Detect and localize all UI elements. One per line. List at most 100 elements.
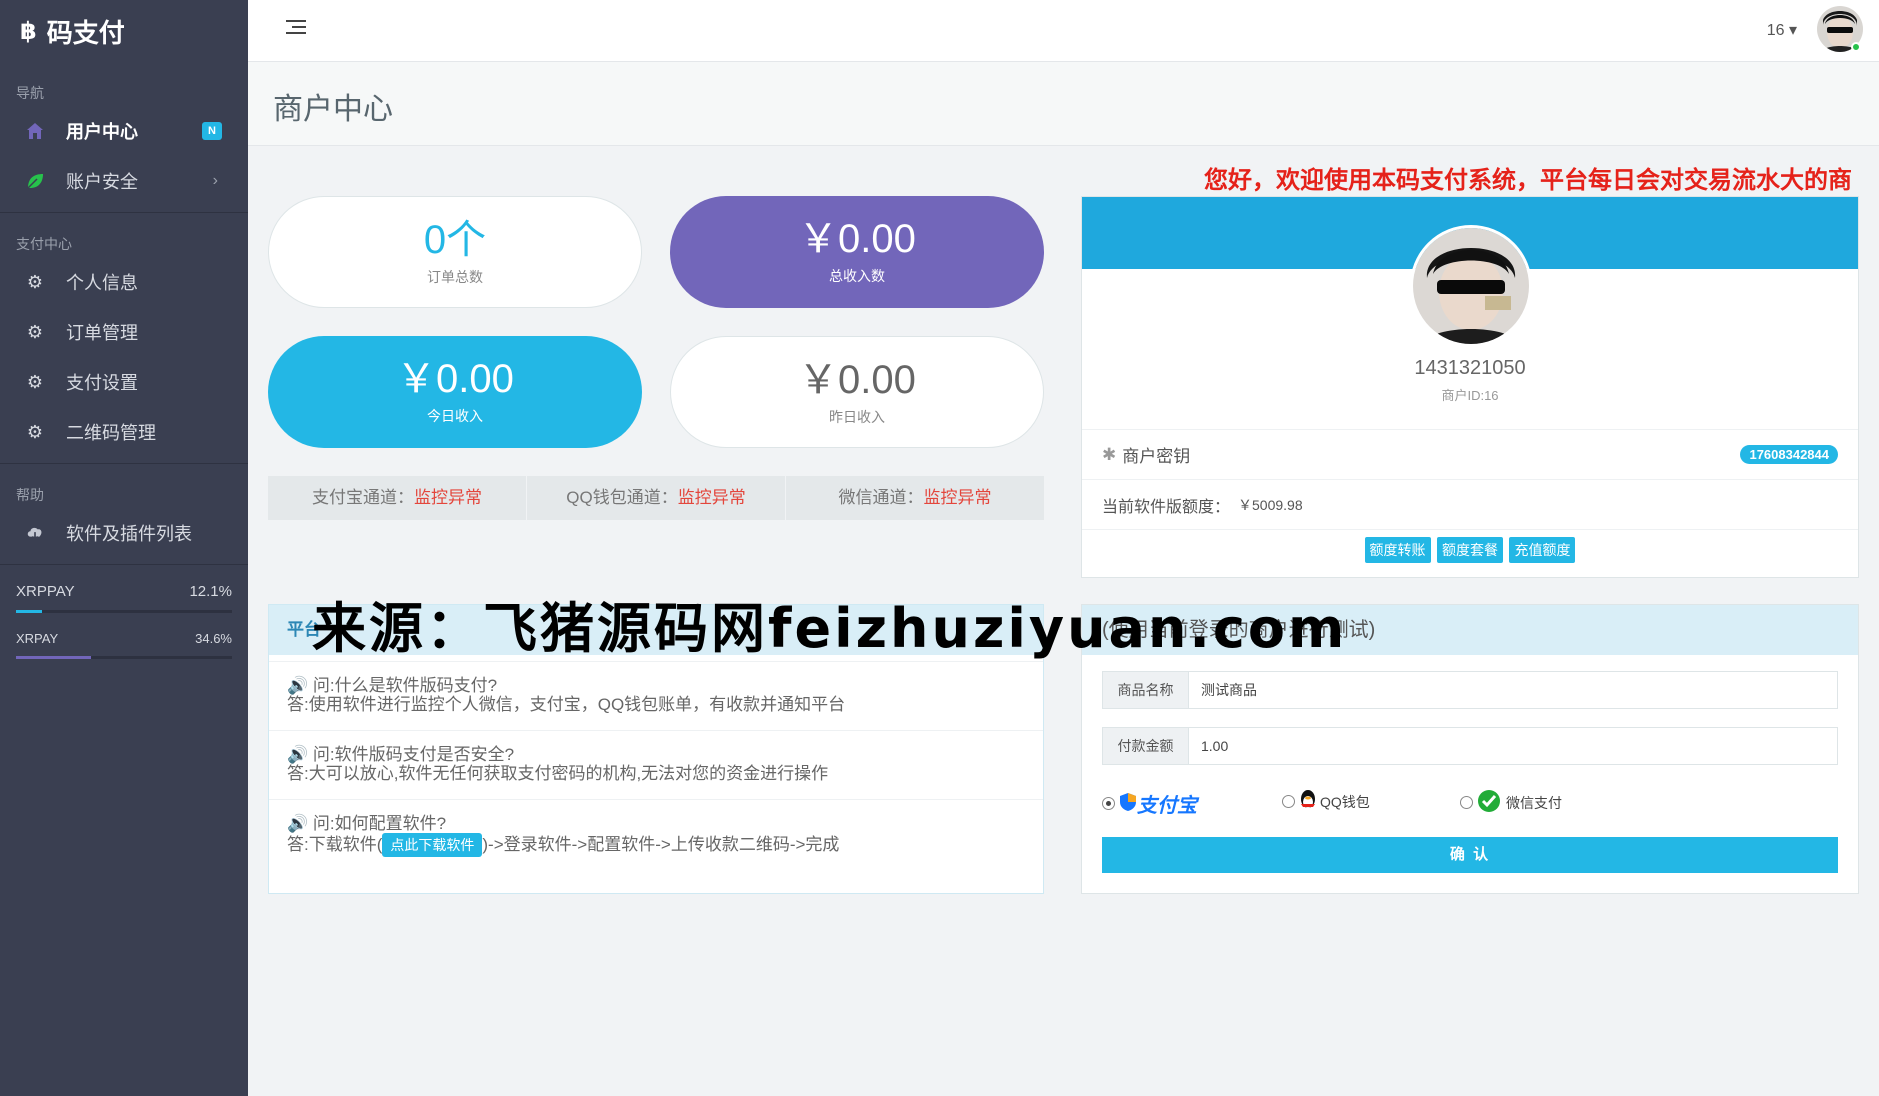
stat-card-total-income: ￥0.00 总收入数 [670,196,1044,308]
wechat-check-icon [1477,789,1501,816]
quota-value: ￥5009.98 [1238,496,1303,513]
progress-xrpay: XRPAY 34.6% [0,631,248,659]
faq-answer-text: )->登录软件->配置软件->上传收款二维码->完成 [482,835,840,854]
watermark: 来源：飞猪源码网feizhuziyuan.com [312,597,1348,660]
page-title: 商户中心 [273,93,393,126]
sidebar-item-user-center[interactable]: 用户中心 N [0,106,248,156]
amount-input[interactable]: 1.00 [1189,728,1837,764]
home-icon [26,122,44,140]
sidebar-item-order-management[interactable]: ⚙ 订单管理 [0,307,248,357]
gear-icon: ⚙ [26,321,44,342]
sidebar-item-label: 个人信息 [66,273,138,293]
nav-section-label: 帮助 [16,487,44,503]
qq-wallet-label: QQ钱包 [1320,793,1370,810]
progress-track [16,610,232,613]
payment-method-options: 支付宝 QQ钱包 微信支付 [1102,789,1822,819]
merchant-key-row[interactable]: ✱ 商户密钥 17608342844 [1082,429,1858,479]
faq-question: 问:如何配置软件? [312,814,447,833]
gear-icon: ⚙ [26,371,44,392]
channel-qq: QQ钱包通道：监控异常 [527,476,786,520]
online-status-dot [1851,42,1861,52]
radio-alipay[interactable] [1102,797,1115,810]
sidebar-item-software-list[interactable]: 软件及插件列表 [0,508,248,558]
progress-percent: 12.1% [189,583,232,600]
faq-item: 🔊 问:软件版码支付是否安全? 答:大可以放心,软件无任何获取支付密码的机构,无… [269,730,1043,793]
faq-question: 问:什么是软件版码支付? [312,676,498,695]
stat-label: 订单总数 [427,269,483,285]
progress-track [16,656,232,659]
stat-value: ￥0.00 [798,217,916,261]
product-name-field: 商品名称 测试商品 [1102,671,1838,709]
confirm-button[interactable]: 确 认 [1102,837,1838,873]
gear-icon: ⚙ [26,271,44,292]
channel-name: QQ钱包通道： [566,488,678,507]
channel-status: 监控异常 [677,488,746,507]
chevron-right-icon: › [212,172,218,189]
nav-section-label: 支付中心 [16,236,72,252]
sidebar-item-label: 账户安全 [66,172,138,192]
stat-label: 昨日收入 [829,409,885,425]
radio-qq[interactable] [1282,795,1295,808]
stat-value: ￥0.00 [396,357,514,401]
recharge-quota-button[interactable]: 充值额度 [1509,537,1576,563]
option-wechat[interactable]: 微信支付 [1460,789,1562,816]
faq-item: 🔊 问:什么是软件版码支付? 答:使用软件进行监控个人微信，支付宝，QQ钱包账单… [269,661,1043,724]
sidebar-item-label: 二维码管理 [66,423,156,443]
faq-answer: 答:下载软件(点此下载软件)->登录软件->配置软件->上传收款二维码->完成 [287,833,1025,857]
marquee-notice: 您好，欢迎使用本码支付系统，平台每日会对交易流水大的商 [1204,167,1852,194]
faq-question: 问:软件版码支付是否安全? [312,745,515,764]
stat-value: ￥0.00 [798,358,916,402]
channel-name: 支付宝通道： [312,488,414,507]
sidebar-item-account-security[interactable]: 账户安全 › [0,156,248,206]
quota-label: 当前软件版额度： [1102,498,1231,516]
divider [0,463,248,464]
nav-section-label: 导航 [16,85,44,101]
quota-row: 当前软件版额度： ￥5009.98 [1082,479,1858,529]
progress-fill [16,610,43,613]
progress-name: XRPPAY [16,583,75,600]
sidebar-item-qrcode-management[interactable]: ⚙ 二维码管理 [0,407,248,457]
stat-value: 0个 [423,218,487,262]
leaf-icon [26,172,44,190]
page-header: 商户中心 [248,62,1879,146]
channel-name: 微信通道： [838,488,924,507]
sidebar-item-label: 支付设置 [66,373,138,393]
avatar [1410,225,1532,347]
sidebar: ฿ 码支付 导航 用户中心 N 账户安全 › 支付中心 ⚙ 个人信息 ⚙ 订单管… [0,0,248,1096]
user-dropdown[interactable]: 16 ▾ [1767,20,1797,40]
channel-status: 监控异常 [923,488,992,507]
new-badge: N [202,122,222,140]
quota-package-button[interactable]: 额度套餐 [1437,537,1503,563]
sidebar-item-personal-info[interactable]: ⚙ 个人信息 [0,257,248,307]
divider [0,212,248,213]
speaker-icon: 🔊 [287,814,309,833]
merchant-name: 1431321050 [1414,357,1526,379]
download-software-button[interactable]: 点此下载软件 [382,833,483,857]
asterisk-icon: ✱ [1102,444,1117,464]
divider [0,564,248,565]
menu-toggle-icon[interactable] [286,20,306,38]
faq-answer-text: 答:下载软件( [287,835,383,854]
stat-card-yesterday-income: ￥0.00 昨日收入 [670,336,1044,448]
top-bar: 16 ▾ [248,0,1879,62]
speaker-icon: 🔊 [287,676,309,695]
profile-panel: 1431321050 商户ID:16 ✱ 商户密钥 17608342844 当前… [1081,196,1859,578]
alipay-logo-text: 支付宝 [1137,795,1197,817]
field-label: 付款金额 [1103,728,1189,764]
progress-xrppay: XRPPAY 12.1% [0,583,248,613]
sidebar-item-label: 订单管理 [66,323,138,343]
option-qq[interactable]: QQ钱包 [1282,789,1370,814]
merchant-id: 商户ID:16 [1441,388,1499,403]
sidebar-item-label: 用户中心 [66,122,138,142]
radio-wechat[interactable] [1460,796,1473,809]
option-alipay[interactable]: 支付宝 [1102,789,1197,818]
field-label: 商品名称 [1103,672,1189,708]
speaker-icon: 🔊 [287,745,309,764]
stat-label: 今日收入 [427,408,483,424]
channel-status-bar: 支付宝通道：监控异常 QQ钱包通道：监控异常 微信通道：监控异常 [268,476,1044,520]
quota-transfer-button[interactable]: 额度转账 [1364,537,1431,563]
brand[interactable]: ฿ 码支付 [0,0,248,62]
channel-wechat: 微信通道：监控异常 [786,476,1044,520]
sidebar-item-payment-settings[interactable]: ⚙ 支付设置 [0,357,248,407]
product-name-input[interactable]: 测试商品 [1189,672,1837,708]
